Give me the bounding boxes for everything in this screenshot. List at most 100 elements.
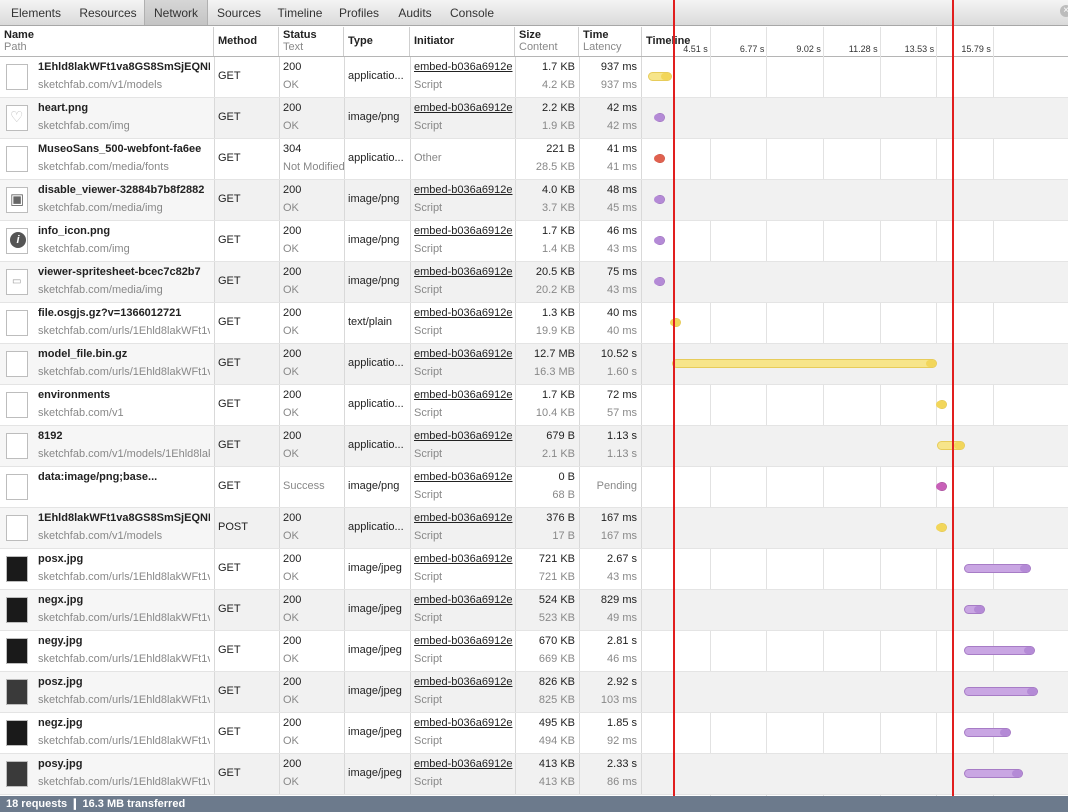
timeline-bar[interactable] — [653, 113, 665, 122]
col-status[interactable]: Status Text — [279, 27, 344, 56]
initiator-link[interactable]: embed-b036a6912e — [414, 676, 512, 688]
request-row[interactable]: posx.jpg sketchfab.com/urls/1Ehld8lakWFt1… — [0, 549, 1068, 590]
initiator-link[interactable]: embed-b036a6912e — [414, 389, 512, 401]
request-row[interactable]: negz.jpg sketchfab.com/urls/1Ehld8lakWFt1… — [0, 713, 1068, 754]
request-row[interactable]: MuseoSans_500-webfont-fa6ee sketchfab.com… — [0, 139, 1068, 180]
tab-elements[interactable]: Elements — [0, 0, 72, 25]
column-separator — [344, 303, 345, 343]
timeline-bar[interactable] — [935, 400, 947, 409]
col-size[interactable]: Size Content — [515, 27, 579, 56]
timeline-bar[interactable] — [936, 441, 965, 450]
col-type-label: Type — [348, 35, 373, 47]
request-row[interactable]: posy.jpg sketchfab.com/urls/1Ehld8lakWFt1… — [0, 754, 1068, 795]
request-row[interactable]: disable_viewer-32884b7b8f2882 sketchfab.c… — [0, 180, 1068, 221]
initiator-link[interactable]: embed-b036a6912e — [414, 184, 512, 196]
tab-network[interactable]: Network — [144, 0, 208, 25]
request-row[interactable]: negx.jpg sketchfab.com/urls/1Ehld8lakWFt1… — [0, 590, 1068, 631]
column-separator — [579, 344, 580, 384]
initiator-type: Script — [414, 202, 443, 214]
initiator-link[interactable]: embed-b036a6912e — [414, 266, 512, 278]
type-cell: image/png — [344, 221, 410, 261]
timeline-bar[interactable] — [964, 769, 1023, 778]
tab-sources[interactable]: Sources — [208, 0, 270, 25]
col-type[interactable]: Type — [344, 27, 410, 56]
column-separator — [579, 754, 580, 794]
request-method: GET — [218, 234, 241, 246]
timeline-bar[interactable] — [653, 154, 665, 163]
request-row[interactable]: data:image/png;base... GET Success image/pn… — [0, 467, 1068, 508]
col-name[interactable]: Name Path — [0, 27, 214, 56]
timeline-cell — [642, 672, 1068, 712]
initiator-link[interactable]: embed-b036a6912e — [414, 717, 512, 729]
initiator-link[interactable]: embed-b036a6912e — [414, 471, 512, 483]
timeline-bar[interactable] — [964, 564, 1032, 573]
request-path: sketchfab.com/media/img — [38, 202, 163, 214]
name-cell: 8192 sketchfab.com/v1/models/1Ehld8lak — [0, 426, 214, 466]
request-row[interactable]: heart.png sketchfab.com/img GET 200 OK image/… — [0, 98, 1068, 139]
tab-resources[interactable]: Resources — [72, 0, 144, 25]
timeline-bar[interactable] — [935, 523, 947, 532]
initiator-link[interactable]: embed-b036a6912e — [414, 512, 512, 524]
status-code: 200 — [283, 430, 302, 442]
initiator-cell: embed-b036a6912e Script — [410, 754, 515, 794]
status-cell: 200 OK — [279, 262, 344, 302]
request-row[interactable]: negy.jpg sketchfab.com/urls/1Ehld8lakWFt1… — [0, 631, 1068, 672]
request-path: sketchfab.com/urls/1Ehld8lakWFt1v — [38, 653, 210, 665]
timeline-bar[interactable] — [964, 646, 1035, 655]
close-icon[interactable]: × — [1060, 5, 1068, 17]
request-row[interactable]: posz.jpg sketchfab.com/urls/1Ehld8lakWFt1… — [0, 672, 1068, 713]
mime-type: image/png — [348, 275, 400, 287]
timeline-bar[interactable] — [964, 728, 1011, 737]
timeline-bar[interactable] — [653, 195, 665, 204]
initiator-link[interactable]: embed-b036a6912e — [414, 307, 512, 319]
request-row[interactable]: environments sketchfab.com/v1 GET 200 OK appl… — [0, 385, 1068, 426]
request-row[interactable]: viewer-spritesheet-bcec7c82b7 sketchfab.c… — [0, 262, 1068, 303]
initiator-link[interactable]: embed-b036a6912e — [414, 758, 512, 770]
col-time[interactable]: Time Latency — [579, 27, 642, 56]
request-row[interactable]: file.osgjs.gz?v=1366012721 sketchfab.com/… — [0, 303, 1068, 344]
timeline-cell — [642, 631, 1068, 671]
latency-time: 40 ms — [607, 325, 637, 337]
column-separator — [579, 467, 580, 507]
initiator-link[interactable]: embed-b036a6912e — [414, 430, 512, 442]
timeline-bar[interactable] — [935, 482, 947, 491]
tab-profiles[interactable]: Profiles — [330, 0, 388, 25]
initiator-link[interactable]: embed-b036a6912e — [414, 553, 512, 565]
content-size: 3.7 KB — [541, 202, 575, 214]
request-row[interactable]: model_file.bin.gz sketchfab.com/urls/1Ehl… — [0, 344, 1068, 385]
request-row[interactable]: 8192 sketchfab.com/v1/models/1Ehld8lak GET… — [0, 426, 1068, 467]
initiator-link[interactable]: embed-b036a6912e — [414, 594, 512, 606]
initiator-link[interactable]: embed-b036a6912e — [414, 61, 512, 73]
col-initiator[interactable]: Initiator — [410, 27, 515, 56]
mime-type: applicatio... — [348, 439, 404, 451]
name-cell: model_file.bin.gz sketchfab.com/urls/1Ehl… — [0, 344, 214, 384]
latency-time: 103 ms — [600, 694, 637, 706]
request-row[interactable]: info_icon.png sketchfab.com/img GET 200 OK im… — [0, 221, 1068, 262]
initiator-link[interactable]: embed-b036a6912e — [414, 225, 512, 237]
initiator-link[interactable]: embed-b036a6912e — [414, 102, 512, 114]
mime-type: image/jpeg — [348, 644, 402, 656]
request-row[interactable]: 1Ehld8lakWFt1va8GS8SmSjEQNH sketchfab.com… — [0, 508, 1068, 549]
status-text: OK — [283, 325, 299, 337]
size-cell: 413 KB 413 KB — [515, 754, 579, 794]
timeline-cell — [642, 385, 1068, 425]
col-method[interactable]: Method — [214, 27, 279, 56]
tab-audits[interactable]: Audits — [388, 0, 442, 25]
tab-console[interactable]: Console — [442, 0, 502, 25]
request-name: negx.jpg — [38, 594, 84, 606]
initiator-link[interactable]: embed-b036a6912e — [414, 348, 512, 360]
request-row[interactable]: 1Ehld8lakWFt1va8GS8SmSjEQNH sketchfab.com… — [0, 57, 1068, 98]
col-method-label: Method — [218, 35, 258, 47]
timeline-bar[interactable] — [648, 72, 672, 81]
timeline-bar[interactable] — [672, 359, 937, 368]
request-method: GET — [218, 111, 241, 123]
total-time: 72 ms — [607, 389, 637, 401]
timeline-bar[interactable] — [964, 687, 1038, 696]
timeline-bar[interactable] — [653, 236, 665, 245]
timeline-bar[interactable] — [653, 277, 665, 286]
initiator-link[interactable]: embed-b036a6912e — [414, 635, 512, 647]
latency-segment — [1011, 770, 1022, 777]
time-cell: 40 ms 40 ms — [579, 303, 641, 343]
timeline-bar[interactable] — [964, 605, 986, 614]
tab-timeline[interactable]: Timeline — [270, 0, 330, 25]
